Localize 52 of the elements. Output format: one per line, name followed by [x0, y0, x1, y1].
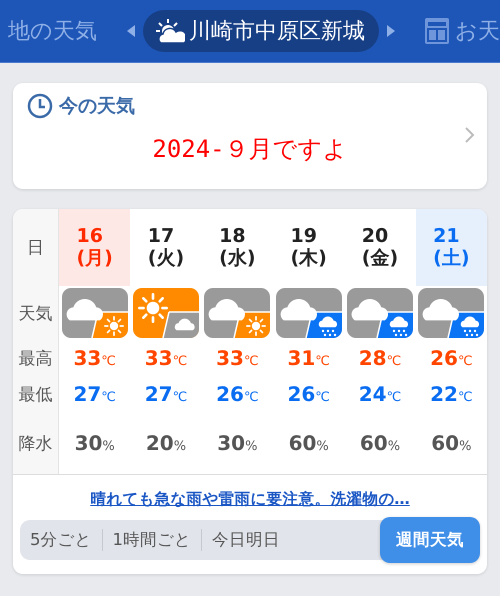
now-message: 2024-９月ですよ: [151, 134, 349, 165]
cloud-sun-icon: [62, 288, 128, 338]
tab[interactable]: 今日明日: [202, 520, 290, 560]
cloud-sun-icon: [204, 288, 270, 338]
date-label: 18 (水): [218, 224, 257, 270]
cloud-rain-icon: [346, 288, 413, 338]
row-label: 最低: [13, 376, 59, 412]
rain-chance: 30%: [74, 431, 115, 455]
date-label: 16 (月): [59, 209, 130, 286]
low-temperature: 27℃: [73, 382, 116, 406]
card-title: 今の天気: [59, 94, 135, 119]
sun-cloud-icon: [155, 18, 185, 44]
high-temperature: 28℃: [358, 346, 402, 370]
high-temperature: 26℃: [430, 346, 473, 370]
rain-chance: 60%: [431, 431, 472, 455]
clock-icon: [27, 93, 53, 119]
low-temperature: 26℃: [216, 382, 259, 406]
forecast-summary-link[interactable]: 晴れても急な雨や雷雨に要注意。洗濯物の…: [13, 489, 487, 510]
high-temperature: 33℃: [216, 346, 259, 370]
cloud-rain-icon: [418, 288, 484, 338]
tab[interactable]: 1時間ごと: [102, 520, 201, 560]
low-temperature: 22℃: [430, 382, 473, 406]
date-label: 19 (木): [289, 224, 328, 270]
high-temperature: 31℃: [287, 346, 330, 370]
tab[interactable]: 5分ごと: [20, 520, 102, 560]
location-button[interactable]: 川崎市中原区新城: [143, 10, 379, 52]
right-arrow-icon: [387, 25, 395, 37]
rain-chance: 60%: [288, 431, 329, 455]
nav-label[interactable]: お天: [425, 16, 500, 46]
high-temperature: 33℃: [144, 346, 188, 370]
sun-cloud-icon: [132, 288, 199, 338]
row-label: 天気: [13, 286, 59, 340]
low-temperature: 27℃: [144, 382, 188, 406]
low-temperature: 24℃: [358, 382, 402, 406]
nav-label[interactable]: 地の天気: [8, 16, 97, 46]
row-label: 降水: [13, 412, 59, 474]
date-label: 20 (金): [360, 224, 400, 270]
cloud-rain-icon: [276, 288, 342, 338]
row-label: 日: [13, 209, 59, 286]
low-temperature: 26℃: [287, 382, 330, 406]
newspaper-icon: [425, 18, 451, 44]
date-label: 21 (土): [416, 209, 487, 286]
date-label: 17 (火): [146, 224, 186, 270]
high-temperature: 33℃: [73, 346, 116, 370]
left-arrow-icon: [127, 25, 135, 37]
rain-chance: 20%: [146, 431, 186, 455]
tab[interactable]: 週間天気: [380, 517, 480, 563]
rain-chance: 30%: [217, 431, 258, 455]
chevron-right-icon: [465, 127, 475, 143]
rain-chance: 60%: [360, 431, 400, 455]
row-label: 最高: [13, 340, 59, 376]
now-weather-card[interactable]: 今の天気 2024-９月ですよ: [13, 83, 487, 189]
